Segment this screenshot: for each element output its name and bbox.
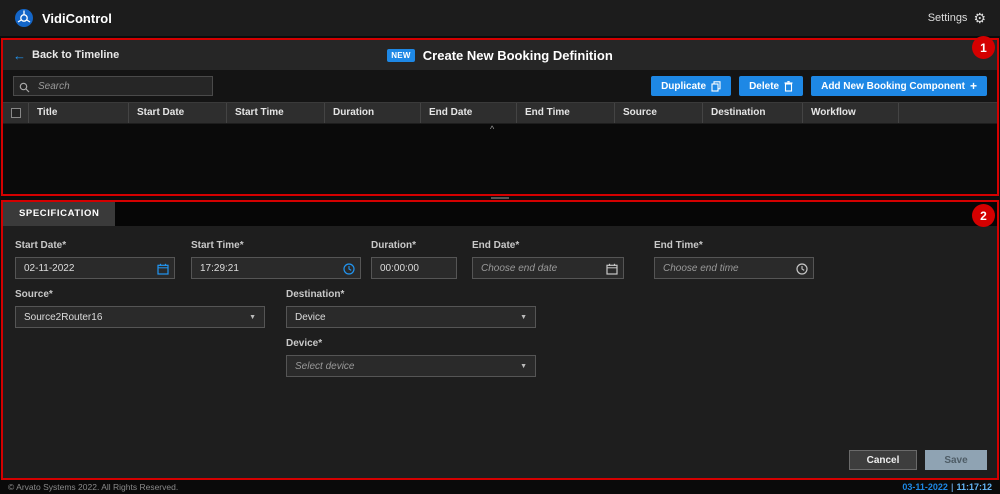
settings-button[interactable]: Settings ⚙: [928, 11, 986, 25]
source-label: Source*: [15, 289, 265, 300]
chevron-down-icon: ▼: [249, 314, 256, 321]
add-booking-component-label: Add New Booking Component: [821, 81, 965, 92]
panel-resize-handle[interactable]: [491, 197, 509, 199]
copy-icon: [711, 81, 721, 92]
specification-form: Start Date*: [3, 226, 997, 478]
duration-field: Duration*: [371, 240, 457, 279]
column-header-end-date[interactable]: End Date: [421, 103, 517, 123]
specification-tabbar: SPECIFICATION: [3, 202, 997, 226]
annotation-circle-2: 2: [972, 204, 995, 227]
column-header-title[interactable]: Title: [29, 103, 129, 123]
settings-label: Settings: [928, 12, 968, 24]
column-header-start-date[interactable]: Start Date: [129, 103, 227, 123]
start-time-field: Start Time*: [191, 240, 361, 279]
form-row-device: Device* Select device ▼: [15, 338, 985, 377]
footer-date: 03-11-2022: [902, 482, 948, 492]
select-all-cell: [3, 103, 29, 123]
form-row-datetime: Start Date*: [15, 240, 985, 279]
footer-separator: |: [951, 482, 954, 492]
device-label: Device*: [286, 338, 536, 349]
form-row-routing: Source* Source2Router16 ▼ Destination* D…: [15, 289, 985, 328]
start-time-label: Start Time*: [191, 240, 361, 251]
save-button[interactable]: Save: [925, 450, 987, 470]
start-date-label: Start Date*: [15, 240, 175, 251]
clock-icon[interactable]: [343, 262, 355, 280]
column-header-duration[interactable]: Duration: [325, 103, 421, 123]
column-header-destination[interactable]: Destination: [703, 103, 803, 123]
panel-divider: [0, 196, 1000, 200]
column-header-end-time[interactable]: End Time: [517, 103, 615, 123]
panel-title-group: NEW Create New Booking Definition: [3, 40, 997, 70]
start-date-field: Start Date*: [15, 240, 175, 279]
vidicontrol-logo-icon: [14, 8, 34, 28]
cancel-button[interactable]: Cancel: [849, 450, 917, 470]
chevron-down-icon: ▼: [520, 314, 527, 321]
chevron-down-icon: ▼: [520, 363, 527, 370]
footer: © Arvato Systems 2022. All Rights Reserv…: [0, 480, 1000, 494]
gear-icon: ⚙: [973, 11, 986, 25]
page: VidiControl Settings ⚙ ← Back to Timelin…: [0, 0, 1000, 494]
device-field: Device* Select device ▼: [286, 338, 536, 377]
add-booking-component-button[interactable]: Add New Booking Component +: [811, 76, 987, 96]
delete-button[interactable]: Delete: [739, 76, 803, 96]
copyright-text: © Arvato Systems 2022. All Rights Reserv…: [8, 482, 178, 492]
calendar-icon[interactable]: [606, 262, 618, 280]
device-placeholder: Select device: [295, 361, 354, 372]
source-value: Source2Router16: [24, 312, 102, 323]
back-to-timeline-link[interactable]: ← Back to Timeline: [13, 49, 119, 62]
end-time-field: End Time*: [654, 240, 814, 279]
list-toolbar: Duplicate Delete Add New Booking Co: [3, 70, 997, 102]
calendar-icon[interactable]: [157, 262, 169, 280]
column-header-spacer: [899, 103, 997, 123]
trash-icon: [784, 81, 793, 92]
end-date-input[interactable]: [472, 257, 624, 279]
end-date-label: End Date*: [472, 240, 624, 251]
column-header-source[interactable]: Source: [615, 103, 703, 123]
specification-panel: SPECIFICATION Start Date*: [1, 200, 999, 480]
booking-list-panel: ← Back to Timeline NEW Create New Bookin…: [1, 38, 999, 196]
column-header-start-time[interactable]: Start Time: [227, 103, 325, 123]
search-box: [13, 76, 213, 97]
app-title: VidiControl: [42, 11, 112, 26]
destination-value: Device: [295, 312, 326, 323]
panel-subheader: ← Back to Timeline NEW Create New Bookin…: [3, 40, 997, 70]
collapse-caret-icon[interactable]: ^: [490, 124, 494, 134]
back-link-label: Back to Timeline: [32, 49, 119, 61]
empty-table-body: ^: [3, 124, 997, 194]
delete-label: Delete: [749, 81, 779, 92]
clock-icon[interactable]: [796, 262, 808, 280]
duplicate-label: Duplicate: [661, 81, 706, 92]
footer-time: 11:17:12: [956, 482, 992, 492]
search-input[interactable]: [13, 76, 213, 96]
duplicate-button[interactable]: Duplicate: [651, 76, 731, 96]
app-header: VidiControl Settings ⚙: [0, 0, 1000, 36]
device-dropdown[interactable]: Select device ▼: [286, 355, 536, 377]
back-arrow-icon: ←: [13, 49, 26, 62]
start-time-input[interactable]: [191, 257, 361, 279]
page-title: Create New Booking Definition: [423, 48, 613, 63]
source-dropdown[interactable]: Source2Router16 ▼: [15, 306, 265, 328]
destination-dropdown[interactable]: Device ▼: [286, 306, 536, 328]
destination-label: Destination*: [286, 289, 536, 300]
form-buttons: Cancel Save: [849, 450, 987, 470]
annotation-circle-1: 1: [972, 36, 995, 59]
select-all-checkbox[interactable]: [11, 108, 21, 118]
tab-specification[interactable]: SPECIFICATION: [3, 202, 115, 226]
destination-field: Destination* Device ▼: [286, 289, 536, 328]
start-date-input[interactable]: [15, 257, 175, 279]
plus-icon: +: [970, 79, 977, 93]
brand: VidiControl: [14, 8, 112, 28]
booking-table-header: Title Start Date Start Time Duration End…: [3, 102, 997, 124]
duration-input[interactable]: [371, 257, 457, 279]
source-field: Source* Source2Router16 ▼: [15, 289, 265, 328]
end-time-input[interactable]: [654, 257, 814, 279]
end-date-field: End Date*: [472, 240, 624, 279]
list-actions: Duplicate Delete Add New Booking Co: [651, 76, 987, 96]
end-time-label: End Time*: [654, 240, 814, 251]
duration-label: Duration*: [371, 240, 457, 251]
footer-datetime: 03-11-2022|11:17:12: [902, 482, 992, 492]
column-header-workflow[interactable]: Workflow: [803, 103, 899, 123]
new-badge: NEW: [387, 49, 415, 62]
